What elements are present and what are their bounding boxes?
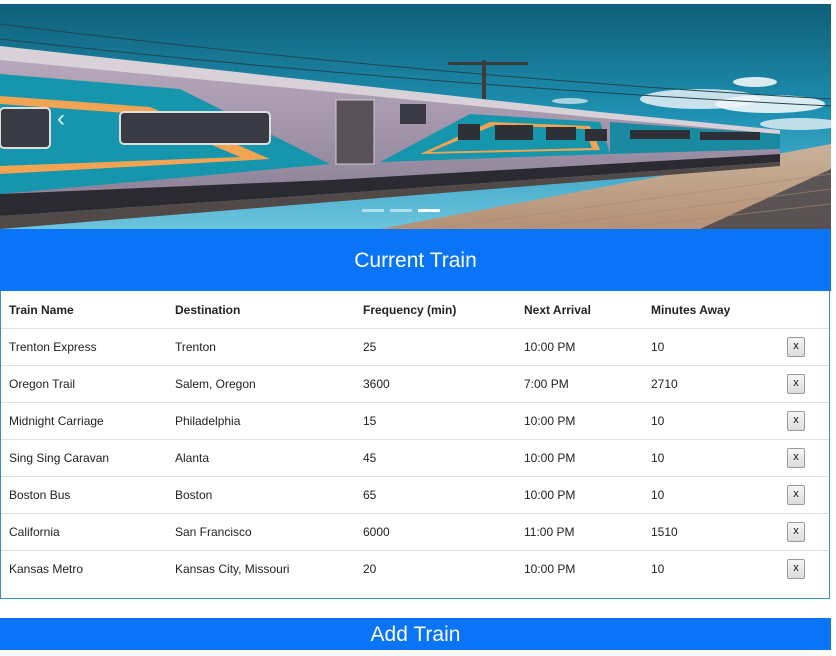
next-arrival-cell: 10:00 PM xyxy=(516,439,643,477)
frequency-cell: 6000 xyxy=(355,513,516,551)
column-header-frequency: Frequency (min) xyxy=(363,302,457,317)
minutes-away-cell: 1510 xyxy=(643,513,778,551)
destination-cell: San Francisco xyxy=(167,513,355,551)
table-row: California San Francisco 6000 11:00 PM 1… xyxy=(1,513,829,551)
minutes-away-cell: 10 xyxy=(643,439,778,477)
delete-train-button[interactable]: x xyxy=(787,448,805,468)
carousel-indicators xyxy=(362,209,440,212)
delete-train-button[interactable]: x xyxy=(787,522,805,542)
next-arrival-cell: 10:00 PM xyxy=(516,550,643,587)
current-train-header: Current Train xyxy=(0,229,831,291)
destination-cell: Alanta xyxy=(167,439,355,477)
train-name-cell: Oregon Trail xyxy=(1,365,167,403)
hero-carousel: ‹ xyxy=(0,4,831,229)
frequency-cell: 3600 xyxy=(355,365,516,403)
actions-cell: x xyxy=(778,550,829,587)
frequency-cell: 20 xyxy=(355,550,516,587)
destination-cell: Boston xyxy=(167,476,355,514)
train-name-cell: Boston Bus xyxy=(1,476,167,514)
table-row: Boston Bus Boston 65 10:00 PM 10 x xyxy=(1,476,829,514)
train-name-cell: Kansas Metro xyxy=(1,550,167,587)
frequency-cell: 25 xyxy=(355,328,516,366)
column-header-actions xyxy=(778,291,829,329)
table-row: Kansas Metro Kansas City, Missouri 20 10… xyxy=(1,550,829,587)
actions-cell: x xyxy=(778,476,829,514)
minutes-away-cell: 10 xyxy=(643,328,778,366)
minutes-away-cell: 10 xyxy=(643,476,778,514)
column-header-next-arrival: Next Arrival xyxy=(524,302,591,317)
train-name-cell: California xyxy=(1,513,167,551)
delete-train-button[interactable]: x xyxy=(787,374,805,394)
train-name-cell: Midnight Carriage xyxy=(1,402,167,440)
delete-train-button[interactable]: x xyxy=(787,559,805,579)
next-arrival-cell: 10:00 PM xyxy=(516,402,643,440)
next-arrival-cell: 10:00 PM xyxy=(516,328,643,366)
minutes-away-cell: 10 xyxy=(643,402,778,440)
frequency-cell: 45 xyxy=(355,439,516,477)
destination-cell: Philadelphia xyxy=(167,402,355,440)
table-row: Trenton Express Trenton 25 10:00 PM 10 x xyxy=(1,328,829,366)
current-train-title: Current Train xyxy=(354,249,477,272)
actions-cell: x xyxy=(778,328,829,366)
carousel-indicator-active[interactable] xyxy=(418,209,440,212)
destination-cell: Kansas City, Missouri xyxy=(167,550,355,587)
carousel-indicator[interactable] xyxy=(362,209,384,212)
column-header-destination: Destination xyxy=(175,302,241,317)
delete-train-button[interactable]: x xyxy=(787,337,805,357)
actions-cell: x xyxy=(778,513,829,551)
next-arrival-cell: 10:00 PM xyxy=(516,476,643,514)
frequency-cell: 15 xyxy=(355,402,516,440)
carousel-prev-button[interactable]: ‹ xyxy=(50,104,72,134)
next-arrival-cell: 11:00 PM xyxy=(516,513,643,551)
destination-cell: Trenton xyxy=(167,328,355,366)
actions-cell: x xyxy=(778,402,829,440)
table-row: Oregon Trail Salem, Oregon 3600 7:00 PM … xyxy=(1,365,829,403)
delete-train-button[interactable]: x xyxy=(787,411,805,431)
column-header-train-name: Train Name xyxy=(9,302,74,317)
train-name-cell: Trenton Express xyxy=(1,328,167,366)
chevron-left-icon: ‹ xyxy=(57,105,65,132)
minutes-away-cell: 10 xyxy=(643,550,778,587)
train-photo xyxy=(0,4,831,229)
actions-cell: x xyxy=(778,365,829,403)
minutes-away-cell: 2710 xyxy=(643,365,778,403)
actions-cell: x xyxy=(778,439,829,477)
frequency-cell: 65 xyxy=(355,476,516,514)
column-header-minutes-away: Minutes Away xyxy=(651,302,731,317)
page: ‹ Current Train Train Name Destination F… xyxy=(0,0,836,656)
carousel-indicator[interactable] xyxy=(390,209,412,212)
add-train-header: Add Train xyxy=(0,618,831,650)
destination-cell: Salem, Oregon xyxy=(167,365,355,403)
train-name-cell: Sing Sing Caravan xyxy=(1,439,167,477)
next-arrival-cell: 7:00 PM xyxy=(516,365,643,403)
table-header-row: Train Name Destination Frequency (min) N… xyxy=(1,291,829,329)
table-row: Sing Sing Caravan Alanta 45 10:00 PM 10 … xyxy=(1,439,829,477)
delete-train-button[interactable]: x xyxy=(787,485,805,505)
table-row: Midnight Carriage Philadelphia 15 10:00 … xyxy=(1,402,829,440)
current-train-panel: Train Name Destination Frequency (min) N… xyxy=(0,291,830,599)
train-schedule-table: Train Name Destination Frequency (min) N… xyxy=(1,291,829,587)
add-train-title: Add Train xyxy=(370,623,461,646)
